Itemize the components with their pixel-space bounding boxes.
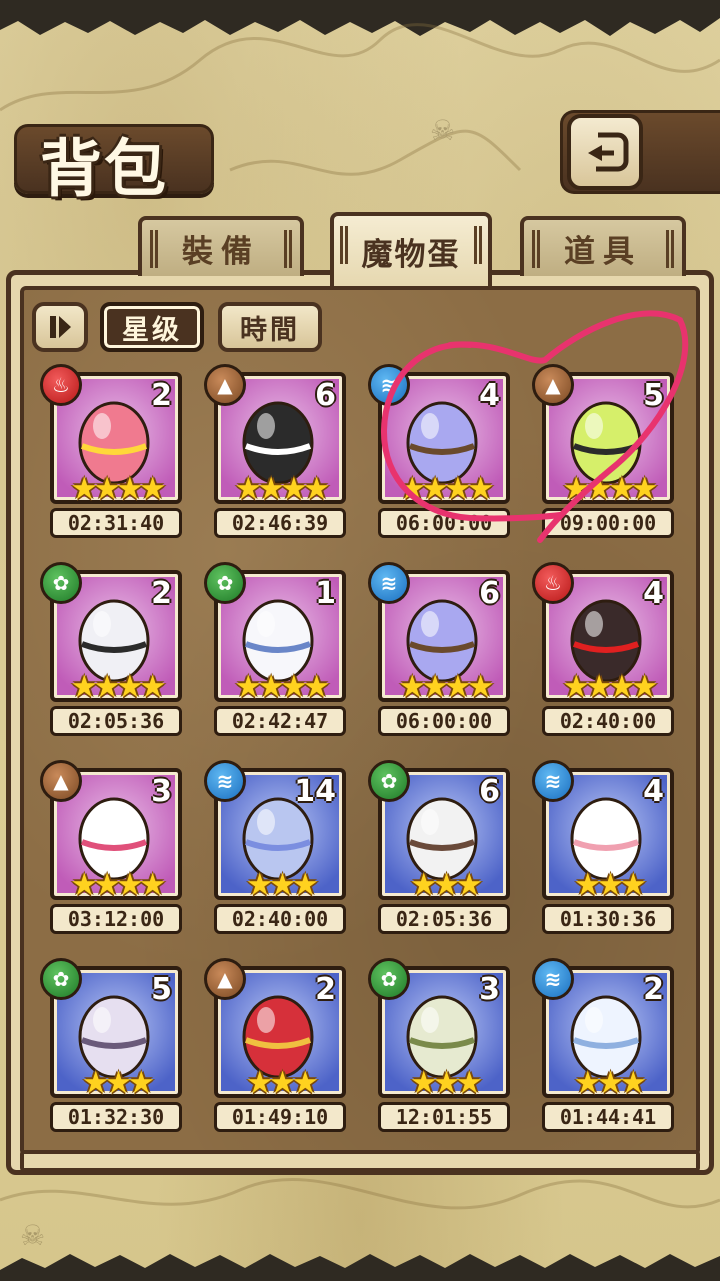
earth-element-icon: ▲	[532, 364, 574, 406]
tab-monster-eggs-label: 魔物蛋	[361, 236, 461, 273]
egg-count: 3	[151, 774, 172, 809]
tab-items-label: 道具	[564, 233, 642, 270]
water-element-icon: ≋	[368, 562, 410, 604]
earth-element-icon: ▲	[40, 760, 82, 802]
hatch-timer: 01:32:30	[50, 1102, 182, 1132]
water-element-icon: ≋	[204, 760, 246, 802]
egg-card[interactable]: ▲ 3 ★★★★ 03:12:00	[40, 760, 182, 934]
return-arrow-icon	[588, 132, 629, 172]
egg-card[interactable]: ▲ 6 ★★★★ 02:46:39	[204, 364, 346, 538]
star-rating: ★★★	[245, 867, 319, 903]
egg-count: 4	[643, 774, 664, 809]
hatch-timer: 02:31:40	[50, 508, 182, 538]
hatch-timer: 02:05:36	[50, 706, 182, 736]
hatch-timer: 06:00:00	[378, 706, 510, 736]
wood-element-icon: ✿	[368, 958, 410, 1000]
egg-count: 5	[643, 378, 664, 413]
hatch-timer: 02:40:00	[542, 706, 674, 736]
water-element-icon: ≋	[532, 760, 574, 802]
star-rating: ★★★	[81, 1065, 155, 1101]
star-rating: ★★★★	[562, 669, 658, 705]
star-rating: ★★★★	[70, 867, 166, 903]
panel-bottom-rail	[20, 1150, 700, 1172]
egg-card[interactable]: ♨ 2 ★★★★ 02:31:40	[40, 364, 182, 538]
tab-items[interactable]: 道具	[520, 216, 686, 276]
egg-card[interactable]: ✿ 6 ★★★ 02:05:36	[368, 760, 510, 934]
egg-card[interactable]: ✿ 3 ★★★ 12:01:55	[368, 958, 510, 1132]
star-rating: ★★★★	[234, 471, 330, 507]
egg-count: 6	[315, 378, 336, 413]
earth-element-icon: ▲	[204, 364, 246, 406]
egg-card[interactable]: ≋ 2 ★★★ 01:44:41	[532, 958, 674, 1132]
egg-card[interactable]: ▲ 2 ★★★ 01:49:10	[204, 958, 346, 1132]
egg-count: 14	[294, 774, 336, 809]
egg-card[interactable]: ♨ 4 ★★★★ 02:40:00	[532, 562, 674, 736]
egg-count: 6	[479, 576, 500, 611]
hatch-timer: 02:46:39	[214, 508, 346, 538]
star-rating: ★★★	[573, 1065, 647, 1101]
egg-card[interactable]: ✿ 5 ★★★ 01:32:30	[40, 958, 182, 1132]
egg-count: 4	[643, 576, 664, 611]
page-title: 背包	[40, 132, 169, 205]
hatch-timer: 01:49:10	[214, 1102, 346, 1132]
sort-by-time-button[interactable]: 時間	[218, 302, 322, 352]
star-rating: ★★★	[409, 867, 483, 903]
star-rating: ★★★★	[562, 471, 658, 507]
hatch-timer: 12:01:55	[378, 1102, 510, 1132]
hatch-timer: 02:40:00	[214, 904, 346, 934]
egg-card[interactable]: ✿ 2 ★★★★ 02:05:36	[40, 562, 182, 736]
hatch-timer: 02:05:36	[378, 904, 510, 934]
hatch-timer: 06:00:00	[378, 508, 510, 538]
tab-equipment[interactable]: 裝備	[138, 216, 304, 276]
egg-count: 6	[479, 774, 500, 809]
hatch-timer: 09:00:00	[542, 508, 674, 538]
star-rating: ★★★★	[70, 471, 166, 507]
egg-card[interactable]: ≋ 4 ★★★★ 06:00:00	[368, 364, 510, 538]
wood-element-icon: ✿	[40, 958, 82, 1000]
star-rating: ★★★	[245, 1065, 319, 1101]
hatch-timer: 01:44:41	[542, 1102, 674, 1132]
star-rating: ★★★★	[234, 669, 330, 705]
earth-element-icon: ▲	[204, 958, 246, 1000]
egg-count: 1	[315, 576, 336, 611]
egg-card[interactable]: ≋ 6 ★★★★ 06:00:00	[368, 562, 510, 736]
hatch-timer: 02:42:47	[214, 706, 346, 736]
star-rating: ★★★★	[70, 669, 166, 705]
tab-equipment-label: 裝備	[182, 233, 260, 270]
star-rating: ★★★★	[398, 669, 494, 705]
sort-order-icon	[50, 316, 71, 338]
water-element-icon: ≋	[368, 364, 410, 406]
svg-text:☠: ☠	[430, 114, 455, 147]
wood-element-icon: ✿	[368, 760, 410, 802]
egg-card[interactable]: ✿ 1 ★★★★ 02:42:47	[204, 562, 346, 736]
sort-by-stars-button[interactable]: 星级	[100, 302, 204, 352]
torn-paper-bottom	[0, 1254, 720, 1281]
egg-count: 2	[643, 972, 664, 1007]
egg-count: 2	[315, 972, 336, 1007]
wood-element-icon: ✿	[204, 562, 246, 604]
star-rating: ★★★★	[398, 471, 494, 507]
water-element-icon: ≋	[532, 958, 574, 1000]
star-rating: ★★★	[409, 1065, 483, 1101]
egg-card[interactable]: ≋ 14 ★★★ 02:40:00	[204, 760, 346, 934]
hatch-timer: 01:30:36	[542, 904, 674, 934]
back-button[interactable]	[567, 114, 643, 190]
egg-count: 5	[151, 972, 172, 1007]
egg-card[interactable]: ≋ 4 ★★★ 01:30:36	[532, 760, 674, 934]
egg-count: 3	[479, 972, 500, 1007]
star-rating: ★★★	[573, 867, 647, 903]
egg-count: 2	[151, 378, 172, 413]
egg-count: 2	[151, 576, 172, 611]
hatch-timer: 03:12:00	[50, 904, 182, 934]
wood-element-icon: ✿	[40, 562, 82, 604]
fire-element-icon: ♨	[40, 364, 82, 406]
tab-monster-eggs[interactable]: 魔物蛋	[330, 212, 492, 286]
egg-count: 4	[479, 378, 500, 413]
sort-order-toggle[interactable]	[32, 302, 88, 352]
fire-element-icon: ♨	[532, 562, 574, 604]
egg-card[interactable]: ▲ 5 ★★★★ 09:00:00	[532, 364, 674, 538]
